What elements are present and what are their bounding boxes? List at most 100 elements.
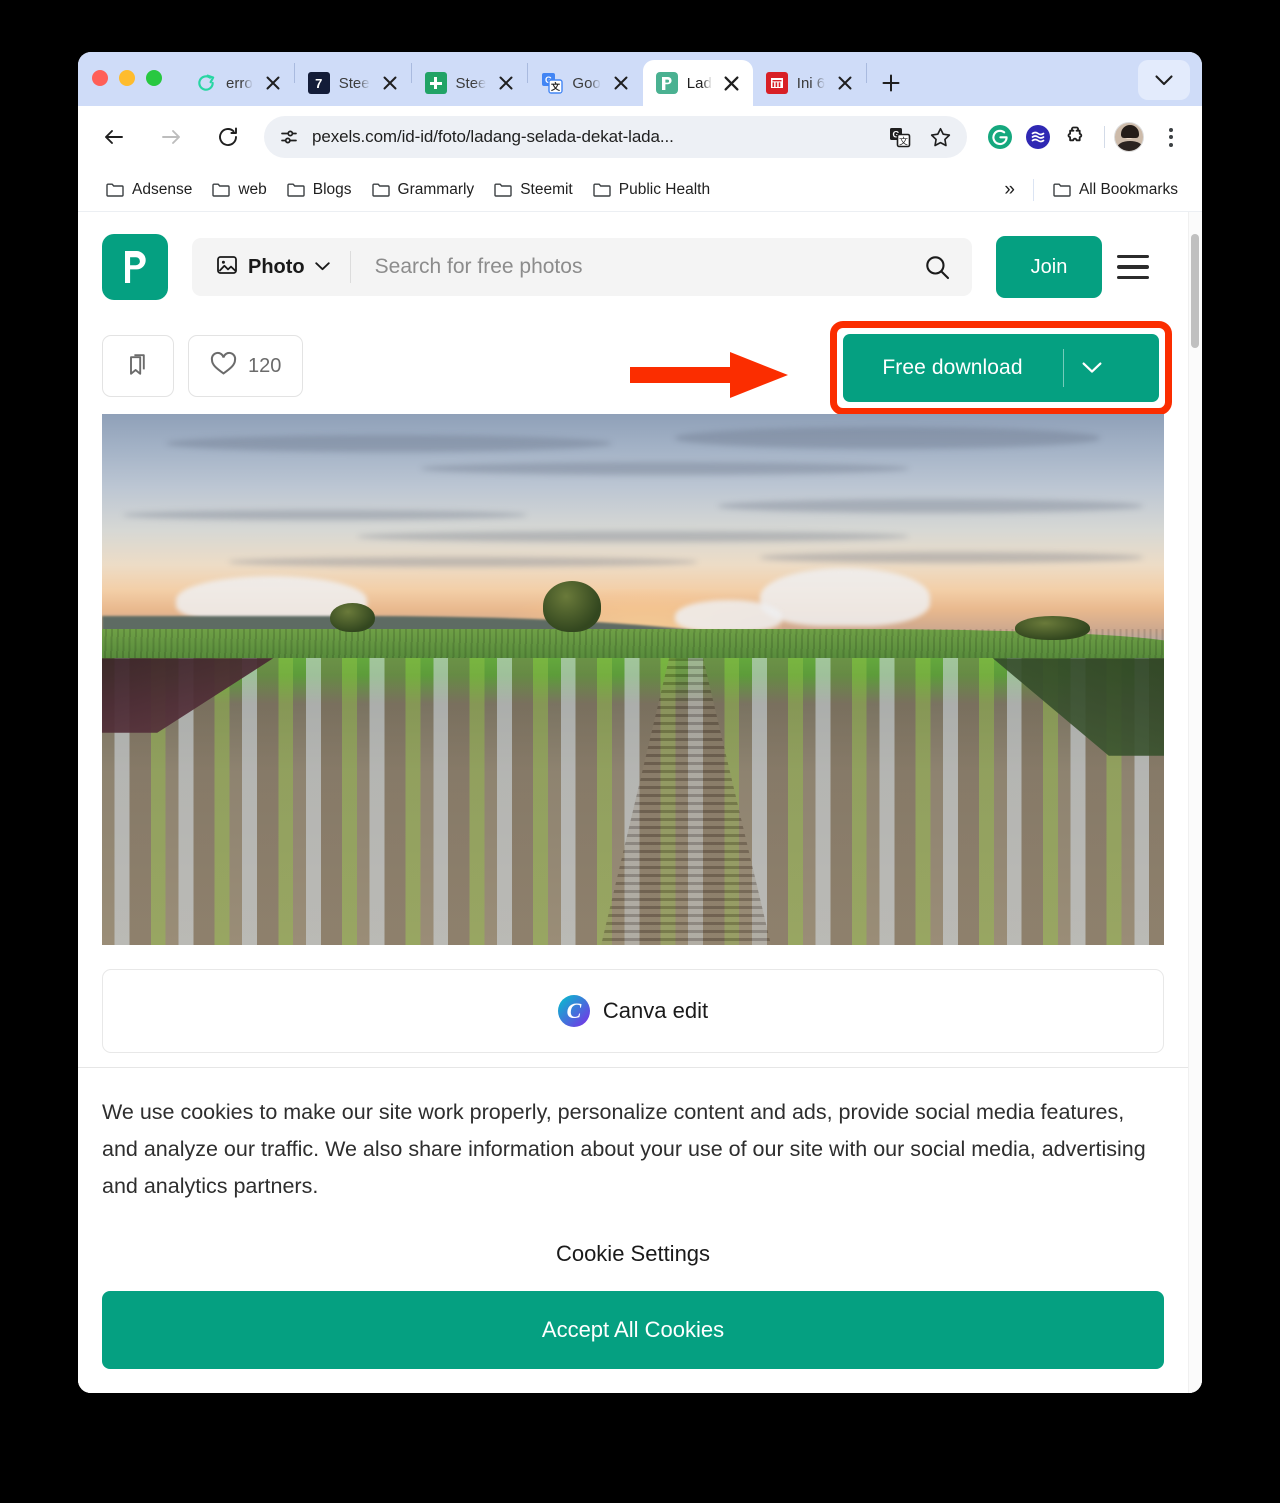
bookmarks-overflow-button[interactable]: »	[995, 174, 1024, 206]
tab-lada-active[interactable]: Lad	[642, 60, 753, 106]
bookmark-grammarly[interactable]: Grammarly	[362, 176, 485, 204]
toolbar-divider	[1104, 126, 1105, 148]
tab-search-button[interactable]	[1138, 60, 1190, 100]
bookmark-web[interactable]: web	[202, 176, 276, 204]
profile-avatar[interactable]	[1114, 122, 1144, 152]
pexels-search-bar[interactable]: Photo Search for free photos	[192, 238, 972, 296]
bookmarks-divider	[1032, 178, 1034, 201]
google-translate-icon: G 文	[541, 72, 564, 94]
bookmark-blogs[interactable]: Blogs	[277, 176, 362, 204]
tab-title: erro	[226, 74, 253, 92]
canva-edit-row[interactable]: C Canva edit	[102, 969, 1164, 1053]
free-download-button[interactable]: Free download	[843, 334, 1159, 402]
bookmark-label: Blogs	[312, 180, 352, 198]
cloud-streak	[760, 552, 1143, 563]
close-window-button[interactable]	[92, 70, 108, 86]
search-input[interactable]: Search for free photos	[351, 255, 902, 279]
all-bookmarks-button[interactable]: All Bookmarks	[1043, 176, 1188, 204]
pexels-icon	[655, 72, 678, 94]
seven-icon: 7	[307, 72, 330, 94]
hamburger-menu-icon[interactable]	[1102, 236, 1164, 298]
image-icon	[216, 254, 238, 281]
bookmark-label: Adsense	[132, 180, 193, 198]
forward-button[interactable]	[151, 117, 191, 157]
tab-erro[interactable]: erro	[182, 60, 294, 106]
tab-title: Stee	[455, 74, 487, 92]
lettuce-field-photo[interactable]	[102, 414, 1164, 945]
folder-icon	[593, 182, 611, 197]
bookmark-adsense[interactable]: Adsense	[96, 176, 202, 204]
bookmark-steemit[interactable]: Steemit	[484, 176, 583, 204]
cloud-streak	[229, 557, 697, 567]
cumulus-cloud	[675, 599, 782, 632]
tune-icon[interactable]	[276, 124, 302, 150]
cookie-settings-button[interactable]: Cookie Settings	[102, 1205, 1164, 1291]
close-icon[interactable]	[721, 72, 743, 94]
extensions-puzzle-icon[interactable]	[1057, 118, 1095, 156]
tree-center	[542, 581, 602, 632]
accept-all-cookies-button[interactable]: Accept All Cookies	[102, 1291, 1164, 1369]
photo-container	[78, 414, 1188, 945]
tabs-container: erro 7 Stee Stee G 文 Goo Lad Ini 6	[182, 52, 1202, 106]
cloud-streak	[420, 461, 910, 475]
browser-window: erro 7 Stee Stee G 文 Goo Lad Ini 6 pexel…	[78, 52, 1202, 1393]
join-button[interactable]: Join	[996, 236, 1102, 298]
search-icon[interactable]	[902, 254, 972, 281]
chevron-down-icon[interactable]	[1064, 362, 1120, 374]
bookmark-public-health[interactable]: Public Health	[583, 176, 720, 204]
tab-strip: erro 7 Stee Stee G 文 Goo Lad Ini 6	[78, 52, 1202, 106]
tab-stee-1[interactable]: 7 Stee	[295, 60, 411, 106]
folder-icon	[494, 182, 512, 197]
folder-icon	[1053, 182, 1071, 197]
new-tab-button[interactable]	[873, 65, 909, 101]
page-scrollbar[interactable]	[1188, 212, 1202, 1393]
bookmark-label: web	[238, 180, 267, 198]
close-icon[interactable]	[834, 72, 856, 94]
close-icon[interactable]	[262, 72, 284, 94]
bookmark-label: Steemit	[520, 180, 573, 198]
back-button[interactable]	[94, 117, 134, 157]
three-dots-menu-icon[interactable]	[1154, 118, 1188, 156]
bookmarks-bar: Adsense web Blogs Grammarly Steemit Publ…	[78, 168, 1202, 212]
star-icon[interactable]	[927, 124, 953, 150]
pexels-logo[interactable]	[102, 234, 168, 300]
folder-icon	[371, 182, 390, 197]
tab-goo[interactable]: G 文 Goo	[528, 60, 641, 106]
cookie-consent-banner: We use cookies to make our site work pro…	[78, 1067, 1188, 1393]
steem-icon[interactable]	[1019, 118, 1057, 156]
svg-text:文: 文	[550, 81, 561, 92]
tab-stee-2[interactable]: Stee	[412, 60, 528, 106]
reload-button[interactable]	[208, 117, 248, 157]
svg-text:文: 文	[899, 135, 908, 146]
chevron-down-icon	[314, 258, 330, 276]
canva-logo: C	[557, 995, 590, 1027]
media-type-selector[interactable]: Photo	[192, 251, 351, 283]
minimize-window-button[interactable]	[119, 70, 135, 86]
tab-title: Lad	[686, 74, 712, 92]
canva-edit-label: Canva edit	[602, 998, 709, 1023]
url-text: pexels.com/id-id/foto/ladang-selada-deka…	[312, 127, 674, 146]
like-button[interactable]: 120	[188, 335, 304, 397]
window-traffic-lights	[92, 52, 162, 106]
address-bar[interactable]: pexels.com/id-id/foto/ladang-selada-deka…	[264, 116, 967, 158]
scrollbar-thumb[interactable]	[1191, 234, 1199, 348]
close-icon[interactable]	[495, 72, 517, 94]
close-icon[interactable]	[610, 72, 632, 94]
cumulus-cloud	[760, 567, 931, 627]
like-count: 120	[248, 354, 282, 377]
sheets-icon	[424, 72, 447, 94]
ini-icon	[765, 72, 788, 94]
collection-bookmark-icon[interactable]	[102, 335, 174, 397]
grammarly-icon[interactable]	[981, 118, 1019, 156]
maximize-window-button[interactable]	[146, 70, 162, 86]
tab-title: Goo	[572, 74, 601, 92]
bookmark-label: Public Health	[618, 180, 711, 198]
folder-icon	[212, 182, 231, 197]
translate-icon[interactable]: G 文	[887, 124, 913, 150]
cloud-streak	[123, 509, 527, 521]
heart-icon	[210, 351, 237, 381]
tab-ini[interactable]: Ini 6	[753, 60, 866, 106]
tab-title: Ini 6	[796, 74, 826, 92]
browser-toolbar: pexels.com/id-id/foto/ladang-selada-deka…	[78, 106, 1202, 168]
close-icon[interactable]	[379, 72, 401, 94]
